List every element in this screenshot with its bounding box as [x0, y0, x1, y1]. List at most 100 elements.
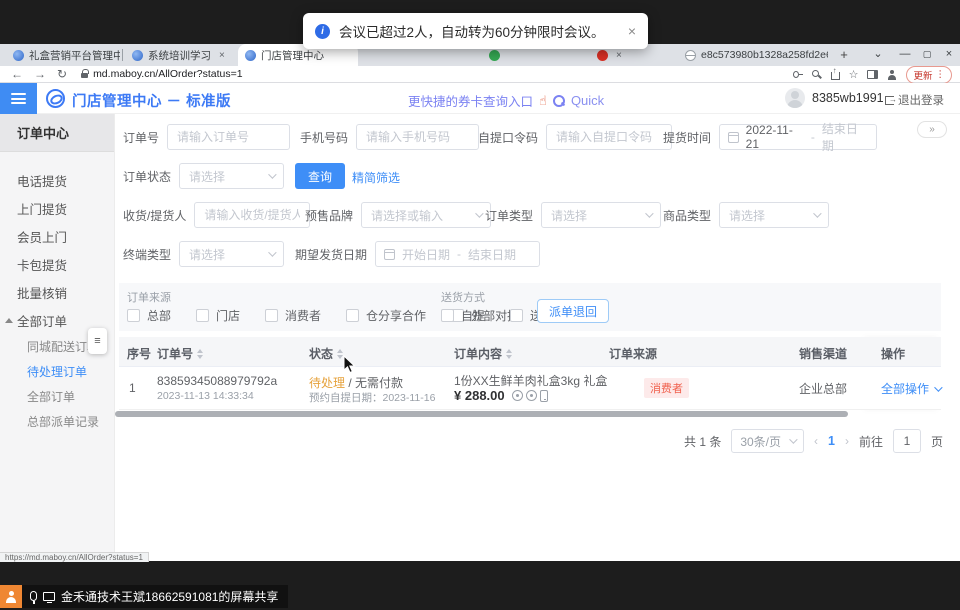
filter-collapse-button[interactable]: »	[917, 121, 947, 138]
th-order-no[interactable]: 订单号	[157, 345, 203, 362]
side-panel-icon[interactable]	[867, 70, 878, 79]
reload-icon[interactable]: ↻	[57, 67, 67, 81]
page-size-select[interactable]: 30条/页	[731, 429, 804, 453]
current-page[interactable]: 1	[828, 434, 835, 448]
sidebar-item-pending-orders[interactable]: 待处理订单	[0, 359, 114, 384]
sidebar-item-hq-dispatch-records[interactable]: 总部派单记录	[0, 409, 114, 434]
browser-tab-1[interactable]: 礼盒营销平台管理中心 ×	[6, 44, 120, 66]
quick-search-icon[interactable]	[553, 95, 565, 107]
minimize-button[interactable]: —	[893, 44, 917, 66]
tab-divider	[122, 49, 123, 61]
kebab-menu-icon[interactable]: ⋮	[936, 69, 946, 80]
sidebar-item-member-visit[interactable]: 会员上门	[0, 222, 114, 250]
expect-ship-date-range-picker[interactable]: 开始日期 - 结束日期	[375, 241, 540, 267]
quick-label[interactable]: Quick	[571, 93, 604, 108]
username[interactable]: 8385wb1991	[812, 91, 884, 105]
browser-tab-3[interactable]: e8c573980b1328a258fd2e6f8 ×	[678, 44, 828, 66]
status-bar-url: https://md.maboy.cn/AllOrder?status=1	[0, 552, 149, 562]
th-content[interactable]: 订单内容	[454, 345, 512, 362]
table-row[interactable]: 1 83859345088979792a 2023-11-13 14:33:34…	[119, 367, 941, 410]
address-bar[interactable]: md.maboy.cn/AllOrder?status=1	[93, 68, 243, 80]
checkbox-hq[interactable]	[127, 309, 140, 322]
chrome-update-button[interactable]: 更新 ⋮	[906, 66, 952, 84]
dispatch-return-button[interactable]: 派单退回	[537, 299, 609, 323]
row-order-no: 83859345088979792a	[157, 374, 277, 388]
hamburger-icon	[11, 91, 26, 107]
goto-page-input[interactable]	[893, 429, 921, 453]
checkbox-self-pickup[interactable]	[441, 309, 454, 322]
chevron-down-icon	[813, 209, 821, 217]
th-status[interactable]: 状态	[309, 345, 343, 362]
logout-button[interactable]: 退出登录	[885, 92, 944, 108]
screen: 礼盒营销平台管理中心 × 系统培训学习 × 门店管理中心 × e8c573980…	[0, 0, 960, 610]
sidebar-toggle-button[interactable]	[0, 83, 37, 114]
lock-icon[interactable]	[81, 73, 88, 78]
bookmark-star-icon[interactable]: ☆	[849, 70, 859, 80]
row-pickup-note: 预约自提日期：2023-11-16	[309, 390, 435, 405]
pagination: 共 1 条 30条/页 ‹ 1 › 前往 页	[684, 429, 943, 453]
banner-close-icon[interactable]: ×	[628, 23, 636, 39]
row-order-time: 2023-11-13 14:33:34	[157, 390, 254, 402]
row-index: 1	[129, 381, 136, 395]
sidebar-item-all-orders[interactable]: 全部订单	[0, 384, 114, 409]
sidebar-item-card-pickup[interactable]: 卡包提货	[0, 250, 114, 278]
app-logo	[46, 89, 65, 108]
close-button[interactable]: ×	[937, 44, 960, 66]
order-type-select[interactable]: 请选择	[541, 202, 661, 228]
order-status-select[interactable]: 请选择	[179, 163, 284, 189]
back-icon[interactable]: ←	[11, 67, 23, 81]
sort-icon	[506, 349, 512, 359]
main-content: » 订单号 手机号码 自提口令码 提货时间 2022-11-21 - 结束日期 …	[115, 114, 960, 557]
row-action-dropdown[interactable]: 全部操作	[881, 380, 940, 397]
user-avatar[interactable]	[785, 88, 805, 108]
presale-brand-select[interactable]: 请选择或输入	[361, 202, 491, 228]
share-user-avatar[interactable]	[0, 585, 22, 608]
app-header: 门店管理中心 － 标准版 更快捷的券卡查询入口 ☝ Quick 8385wb19…	[0, 83, 960, 114]
pointing-finger-icon: ☝	[539, 93, 547, 109]
screen-share-bar[interactable]: 金禾通技术王斌18662591081的屏幕共享	[22, 585, 288, 608]
browser-menu-chevron[interactable]: ⌄	[866, 44, 890, 66]
terminal-type-select[interactable]: 请选择	[179, 241, 284, 267]
sidebar-collapse-handle[interactable]: ≡	[88, 328, 107, 354]
pickup-time-range-picker[interactable]: 2022-11-21 - 结束日期	[719, 124, 877, 150]
sidebar-section-order-center[interactable]: 订单中心	[0, 114, 114, 152]
receiver-input[interactable]	[194, 202, 310, 228]
phone-input[interactable]	[356, 124, 479, 150]
sidebar-item-phone-pickup[interactable]: 电话提货	[0, 166, 114, 194]
screen-share-icon	[43, 592, 55, 601]
order-no-input[interactable]	[167, 124, 290, 150]
zoom-icon[interactable]	[812, 70, 822, 80]
row-pay-status: / 无需付款	[348, 376, 403, 390]
new-tab-button[interactable]: +	[836, 47, 852, 63]
prev-page-button[interactable]: ‹	[814, 434, 818, 448]
tab-title: e8c573980b1328a258fd2e6f8	[701, 49, 828, 61]
meeting-banner: i 会议已超过2人，自动转为60分钟限时会议。 ×	[303, 13, 648, 49]
share-icon[interactable]	[831, 72, 840, 80]
checkbox-delivery[interactable]	[510, 309, 523, 322]
filter-label-order-no: 订单号	[123, 129, 159, 146]
goods-type-select[interactable]: 请选择	[719, 202, 829, 228]
maximize-button[interactable]: ▢	[915, 44, 939, 66]
tab-close-icon[interactable]: ×	[219, 50, 225, 61]
password-key-icon[interactable]	[793, 70, 803, 80]
browser-tab-2[interactable]: 系统培训学习 ×	[125, 44, 235, 66]
globe-favicon	[685, 50, 696, 61]
filter-label-pickup-code: 自提口令码	[478, 129, 538, 146]
next-page-button[interactable]: ›	[845, 434, 849, 448]
forward-icon[interactable]: →	[34, 67, 46, 81]
search-button[interactable]: 查询	[295, 163, 345, 189]
chevron-down-icon	[268, 170, 276, 178]
channel-badge-icon-2	[526, 390, 537, 401]
sidebar-item-batch-writeoff[interactable]: 批量核销	[0, 278, 114, 306]
checkbox-warehouse-share[interactable]	[346, 309, 359, 322]
horizontal-scrollbar[interactable]	[115, 411, 848, 417]
simplify-filter-link[interactable]: 精简筛选	[352, 169, 400, 186]
quick-entry-link[interactable]: 更快捷的券卡查询入口	[408, 91, 533, 110]
pickup-code-input[interactable]	[546, 124, 672, 150]
tab-close-icon[interactable]: ×	[616, 50, 622, 61]
sidebar-item-door-pickup[interactable]: 上门提货	[0, 194, 114, 222]
checkbox-store[interactable]	[196, 309, 209, 322]
checkbox-consumer[interactable]	[265, 309, 278, 322]
sidebar: 订单中心 电话提货 上门提货 会员上门 卡包提货 批量核销 全部订单 同城配送订…	[0, 114, 115, 557]
profile-icon[interactable]	[887, 70, 897, 80]
